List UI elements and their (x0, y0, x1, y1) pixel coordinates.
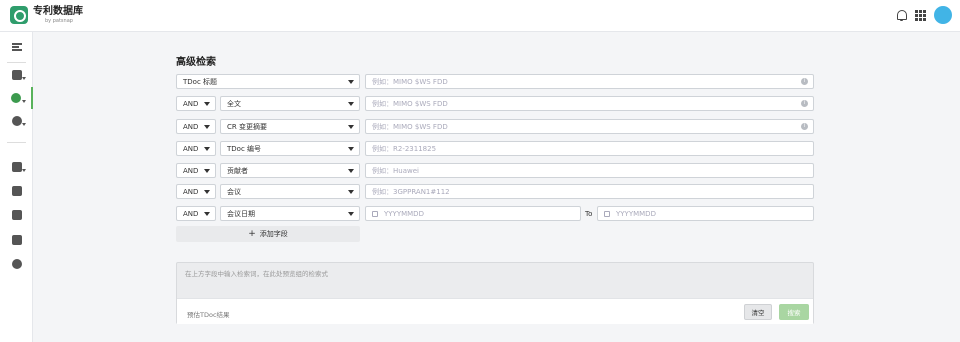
calendar-icon (372, 210, 378, 217)
info-icon[interactable]: i (801, 78, 808, 85)
operator-select-3[interactable]: AND (176, 141, 216, 156)
chevron-down-icon (22, 123, 26, 126)
search-input-5[interactable]: 例如：3GPPRAN1#112 (365, 184, 814, 199)
chevron-down-icon (348, 102, 354, 106)
chevron-down-icon (22, 169, 26, 172)
sidebar-toggle[interactable] (0, 36, 33, 58)
search-input-3[interactable]: 例如：R2-2311825 (365, 141, 814, 156)
chevron-down-icon (204, 169, 210, 173)
operator-select-4[interactable]: AND (176, 163, 216, 178)
operator-select-1[interactable]: AND (176, 96, 216, 111)
field-select-6[interactable]: 会议日期 (220, 206, 360, 221)
estimated-results-label: 预估TDoc结果 (187, 311, 230, 319)
search-button[interactable]: 搜索 (779, 304, 809, 320)
app-subtitle: by patsnap (45, 17, 73, 24)
chevron-down-icon (204, 147, 210, 151)
chevron-down-icon (204, 125, 210, 129)
molecule-icon (10, 93, 21, 103)
chevron-down-icon (22, 100, 26, 103)
date-to-input[interactable]: YYYYMMDD (597, 206, 814, 221)
operator-select-5[interactable]: AND (176, 184, 216, 199)
date-from-input[interactable]: YYYYMMDD (365, 206, 581, 221)
plus-icon: + (248, 229, 256, 239)
edit-doc-icon (11, 70, 22, 80)
query-preview-panel: 在上方字段中输入检索词，在此处预览组的检索式 预估TDoc结果 清空 搜索 (176, 262, 814, 324)
calendar-icon (604, 210, 610, 217)
chevron-down-icon (348, 212, 354, 216)
add-field-button[interactable]: + 添加字段 (176, 226, 360, 242)
sidebar-item-settings[interactable] (0, 253, 33, 275)
menu-collapse-icon (11, 43, 22, 51)
clock-icon (11, 116, 22, 126)
sidebar-item-history[interactable] (0, 110, 33, 132)
sidebar-item-layers[interactable] (0, 180, 33, 202)
logo-icon (10, 6, 28, 24)
apps-grid-icon[interactable] (915, 9, 926, 21)
page-title: 高级检索 (176, 57, 216, 68)
layers-icon (11, 186, 22, 196)
date-to-label: To (585, 210, 593, 218)
chevron-down-icon (348, 190, 354, 194)
chevron-down-icon (204, 212, 210, 216)
info-icon[interactable]: i (801, 123, 808, 130)
operator-select-6[interactable]: AND (176, 206, 216, 221)
report-icon (11, 235, 22, 245)
field-select-1[interactable]: 全文 (220, 96, 360, 111)
app-logo[interactable]: 专利数据库 by patsnap (10, 6, 83, 24)
search-input-4[interactable]: 例如：Huawei (365, 163, 814, 178)
app-title: 专利数据库 (33, 5, 83, 17)
sidebar-item-edit[interactable] (0, 64, 33, 86)
sidebar-item-search[interactable] (0, 87, 33, 109)
info-icon[interactable]: i (801, 100, 808, 107)
chevron-down-icon (348, 80, 354, 84)
sidebar-item-report[interactable] (0, 229, 33, 251)
field-select-3[interactable]: TDoc 编号 (220, 141, 360, 156)
settings-icon (11, 259, 22, 269)
sidebar-item-workspace[interactable] (0, 156, 33, 178)
operator-select-2[interactable]: AND (176, 119, 216, 134)
top-bar: 专利数据库 by patsnap (0, 0, 960, 32)
clear-button[interactable]: 清空 (744, 304, 772, 320)
field-select-0[interactable]: TDoc 标题 (176, 74, 360, 89)
notification-bell-icon[interactable] (895, 9, 907, 21)
query-panel-footer: 预估TDoc结果 清空 搜索 (177, 298, 813, 324)
chevron-down-icon (348, 125, 354, 129)
query-preview-hint: 在上方字段中输入检索词，在此处预览组的检索式 (185, 270, 328, 278)
inbox-icon (11, 210, 22, 220)
sidebar (0, 32, 33, 342)
field-select-5[interactable]: 会议 (220, 184, 360, 199)
chevron-down-icon (348, 169, 354, 173)
search-input-1[interactable]: 例如：MIMO $WS FDD i (365, 96, 814, 111)
sidebar-item-inbox[interactable] (0, 204, 33, 226)
chevron-down-icon (204, 102, 210, 106)
chevron-down-icon (22, 77, 26, 80)
user-avatar[interactable] (934, 6, 952, 24)
search-input-2[interactable]: 例如：MIMO $WS FDD i (365, 119, 814, 134)
chevron-down-icon (204, 190, 210, 194)
chevron-down-icon (348, 147, 354, 151)
main-content: 高级检索 TDoc 标题 例如：MIMO $WS FDD i AND 全文 例如… (34, 33, 960, 342)
workspace-icon (11, 162, 22, 172)
search-input-0[interactable]: 例如：MIMO $WS FDD i (365, 74, 814, 89)
field-select-2[interactable]: CR 变更摘要 (220, 119, 360, 134)
field-select-4[interactable]: 贡献者 (220, 163, 360, 178)
